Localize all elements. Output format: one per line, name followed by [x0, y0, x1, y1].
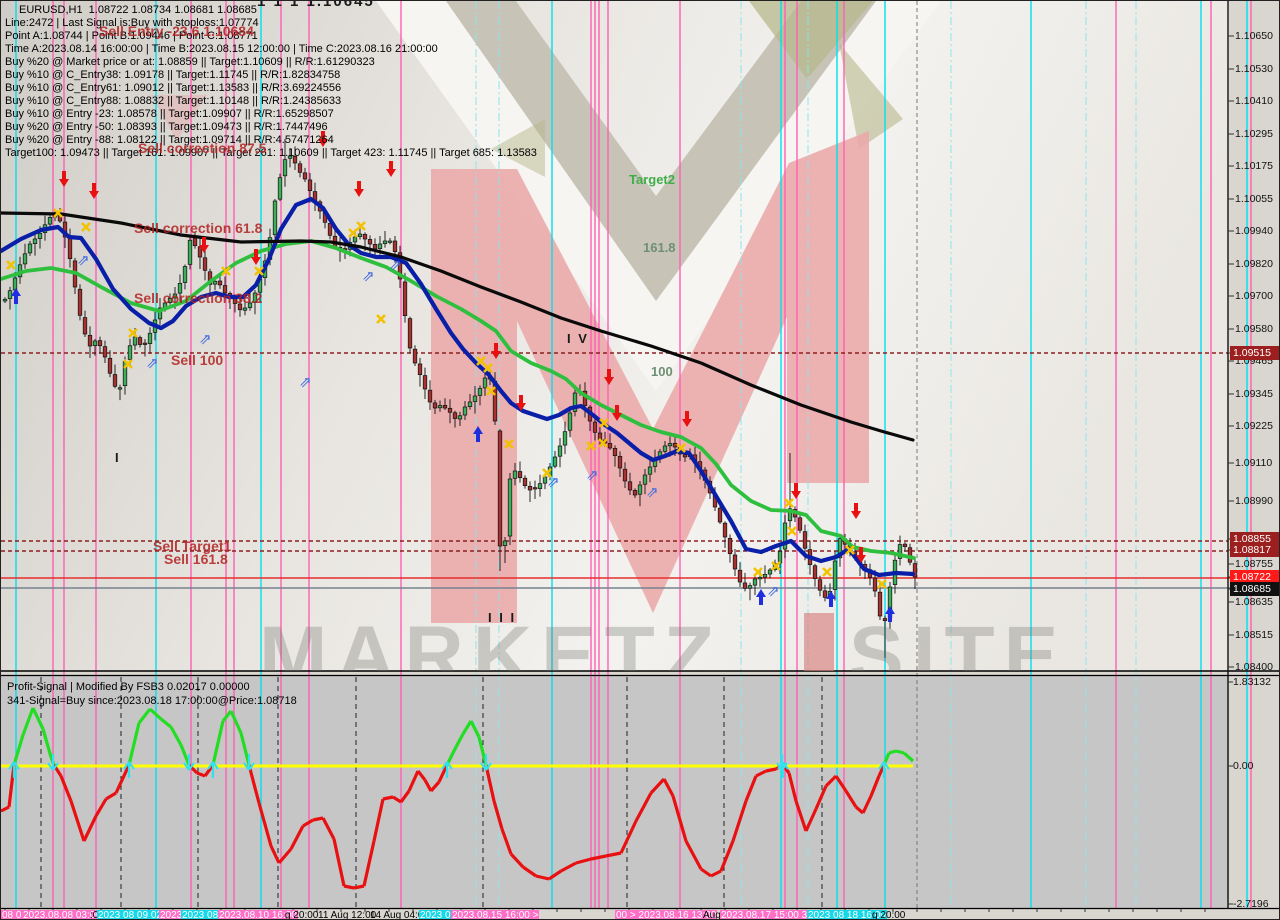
trade-info-line: Target100: 1.09473 || Target 161: 1.0990…: [5, 148, 537, 159]
price-tick-label: 1.09700: [1235, 290, 1273, 302]
price-tick-label: 1.10410: [1235, 95, 1273, 107]
fib-sell-label: Sell correction 61.8: [134, 221, 262, 235]
fib-sell-label: Sell correction 87.5: [138, 141, 266, 155]
price-tick-label: 1.09225: [1235, 420, 1273, 432]
trade-info-line: Buy %10 @ C_Entry88: 1.08832 || Target:1…: [5, 96, 341, 107]
trade-info-line: Buy %20 @ Entry -50: 1.08393 || Target:1…: [5, 122, 328, 133]
time-axis-label[interactable]: g 20:00: [284, 910, 319, 920]
price-tick-label: 1.09110: [1235, 457, 1272, 469]
price-tick-label: 1.10055: [1235, 193, 1273, 205]
indicator-signal-line: 341-Signal=Buy since:2023.08.18 17:00:00…: [7, 694, 297, 708]
fib-target-label: 161.8: [643, 241, 676, 254]
fib-target-label: 100: [651, 365, 673, 378]
price-tick-label: 1.08515: [1235, 629, 1273, 641]
price-highlight-label: 1.09515: [1230, 346, 1280, 360]
wave-numeral-label: I: [115, 451, 121, 464]
time-axis-label[interactable]: 08 0: [1, 910, 22, 920]
time-axis-label[interactable]: 2023.08.15 16:00 >: [451, 910, 539, 920]
price-tick-label: 1.10530: [1235, 63, 1273, 75]
fib-sell-label: Sell 161.8: [164, 552, 228, 566]
price-tick-label: 1.08755: [1235, 558, 1273, 570]
price-tick-label: 1.09940: [1235, 225, 1273, 237]
price-tick-label: 1.08635: [1235, 596, 1273, 608]
trade-info-line: Buy %10 @ Entry -23: 1.08578 || Target:1…: [5, 109, 334, 120]
price-tick-label: 1.10295: [1235, 128, 1273, 140]
trade-info-line: Buy %20 @ Market price or at: 1.08859 ||…: [5, 57, 375, 68]
price-highlight-label: 1.08817: [1230, 543, 1280, 557]
fib-sell-label: Sell Entry -23.6 1.10684: [99, 24, 254, 38]
fib-sell-label: Sell correction 38.2: [134, 291, 262, 305]
price-tick-label: 1.08990: [1235, 495, 1273, 507]
wave-numeral-label: I I I: [488, 611, 516, 624]
wave-numeral-label: I V: [567, 332, 589, 345]
indicator-tick-label: -2.7196: [1233, 898, 1269, 910]
price-highlight-label: 1.08685: [1230, 582, 1280, 596]
chart-window: ⇗⇗⇗⇗⇗⇗⇗⇗⇗⇗ MARKETZ SITE 1 1 1 1.10645 EU…: [0, 0, 1280, 920]
trade-info-line: Time A:2023.08.14 16:00:00 | Time B:2023…: [5, 44, 438, 55]
indicator-tick-label: 1.83132: [1233, 676, 1271, 688]
trade-info-line: Buy %10 @ C_Entry61: 1.09012 || Target:1…: [5, 83, 341, 94]
time-axis-label[interactable]: Aug: [702, 910, 722, 920]
watermark-accent-block: [804, 613, 834, 671]
symbol-ohlc-line: EURUSD,H1 1.08722 1.08734 1.08681 1.0868…: [19, 5, 257, 16]
time-axis-label[interactable]: g 20:00: [871, 910, 906, 920]
price-tick-label: 1.09580: [1235, 323, 1273, 335]
price-tick-label: 1.08400: [1235, 661, 1273, 673]
clipped-high-label: 1 1 1 1.10645: [257, 1, 375, 9]
fib-sell-label: Sell 100: [171, 353, 223, 367]
price-tick-label: 1.10175: [1235, 160, 1273, 172]
watermark-text-right: SITE: [849, 609, 1067, 671]
price-tick-label: 1.09345: [1235, 388, 1273, 400]
price-tick-label: 1.09820: [1235, 258, 1273, 270]
indicator-header: Profit-Signal | Modified By FSB3 0.02017…: [7, 680, 297, 708]
price-tick-label: 1.10650: [1235, 30, 1273, 42]
indicator-title: Profit-Signal | Modified By FSB3 0.02017…: [7, 680, 297, 694]
trade-info-line: Buy %10 @ C_Entry38: 1.09178 || Target:1…: [5, 70, 340, 81]
indicator-tick-label: 0.00: [1233, 760, 1253, 772]
fib-target-label: Target2: [629, 173, 675, 186]
main-chart-overlay: MARKETZ SITE 1 1 1 1.10645 EURUSD,H1 1.0…: [1, 1, 1229, 671]
